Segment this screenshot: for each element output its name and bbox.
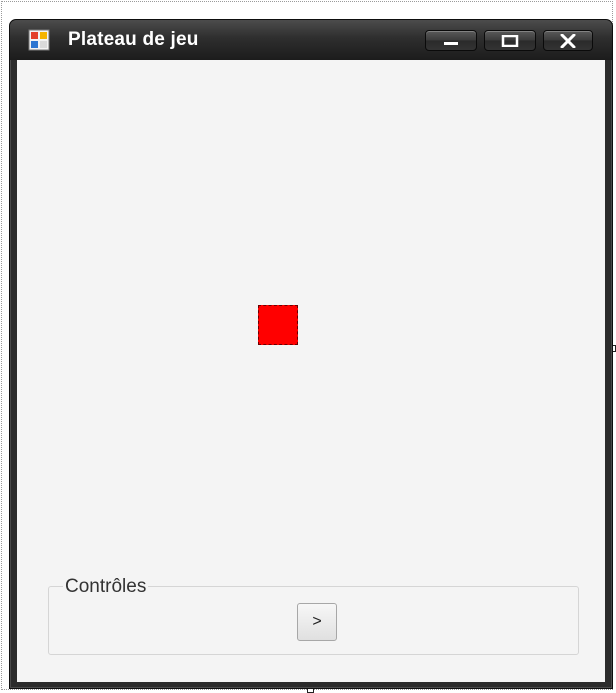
close-button[interactable]	[543, 30, 593, 51]
title-bar[interactable]: Plateau de jeu	[10, 20, 612, 60]
minimize-icon	[444, 41, 458, 45]
controls-group-label: Contrôles	[63, 576, 149, 598]
form-window: Plateau de jeu Contrôles >	[9, 19, 613, 689]
maximize-icon	[501, 34, 519, 47]
close-icon	[560, 33, 576, 48]
game-board[interactable]: Contrôles >	[17, 60, 605, 682]
app-form-icon	[28, 29, 50, 51]
minimize-button[interactable]	[425, 30, 477, 51]
maximize-button[interactable]	[484, 30, 536, 51]
window-title: Plateau de jeu	[68, 29, 199, 50]
controls-group: Contrôles >	[48, 576, 579, 655]
next-button[interactable]: >	[297, 603, 337, 641]
game-piece[interactable]	[258, 305, 298, 345]
